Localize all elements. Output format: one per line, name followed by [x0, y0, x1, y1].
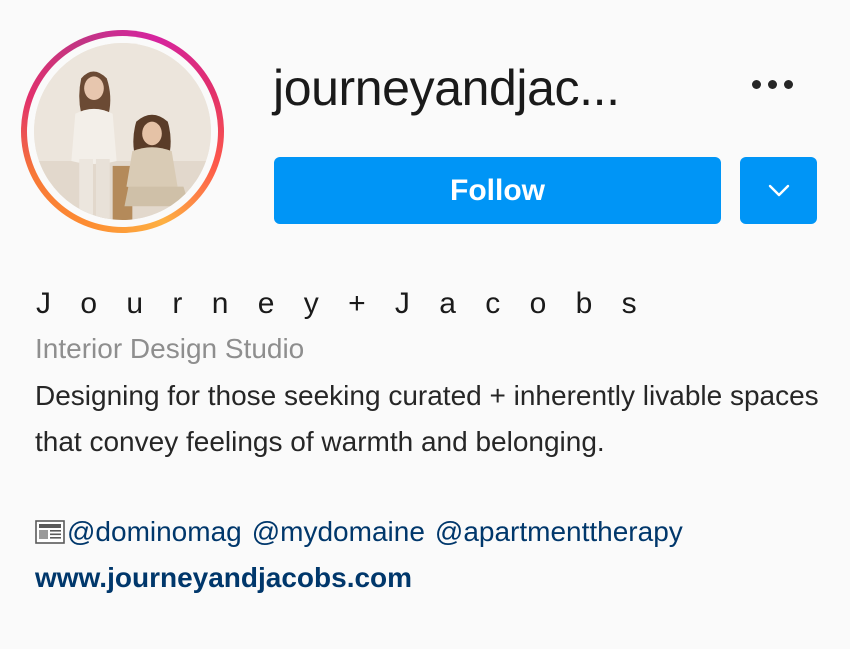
profile-category: Interior Design Studio — [35, 333, 305, 364]
profile-username: journeyandjac... — [273, 60, 620, 116]
suggested-accounts-button[interactable] — [740, 157, 817, 224]
bio-mentions: @dominomag @mydomaine @apartmenttherapy — [35, 510, 683, 554]
mention-link-apartmenttherapy[interactable]: @apartmenttherapy — [435, 510, 683, 554]
more-horizontal-icon-dot — [783, 79, 793, 89]
more-options-button[interactable] — [740, 62, 804, 106]
follow-button[interactable]: Follow — [274, 157, 721, 224]
profile-avatar[interactable] — [21, 30, 224, 233]
avatar-ring-gap — [27, 36, 218, 227]
more-horizontal-icon — [751, 79, 761, 89]
newspaper-icon — [35, 520, 65, 544]
mention-link-dominomag[interactable]: @dominomag — [67, 510, 242, 554]
chevron-down-icon — [768, 184, 789, 196]
more-horizontal-icon-dot — [767, 79, 777, 89]
website-link[interactable]: www.journeyandjacobs.com — [35, 556, 412, 600]
avatar-illustration — [34, 43, 211, 220]
profile-full-name: J o u r n e y + J a c o b s — [36, 287, 648, 320]
mention-link-mydomaine[interactable]: @mydomaine — [252, 510, 425, 554]
avatar-photo — [34, 43, 211, 220]
profile-bio: Designing for those seeking curated + in… — [35, 380, 819, 457]
